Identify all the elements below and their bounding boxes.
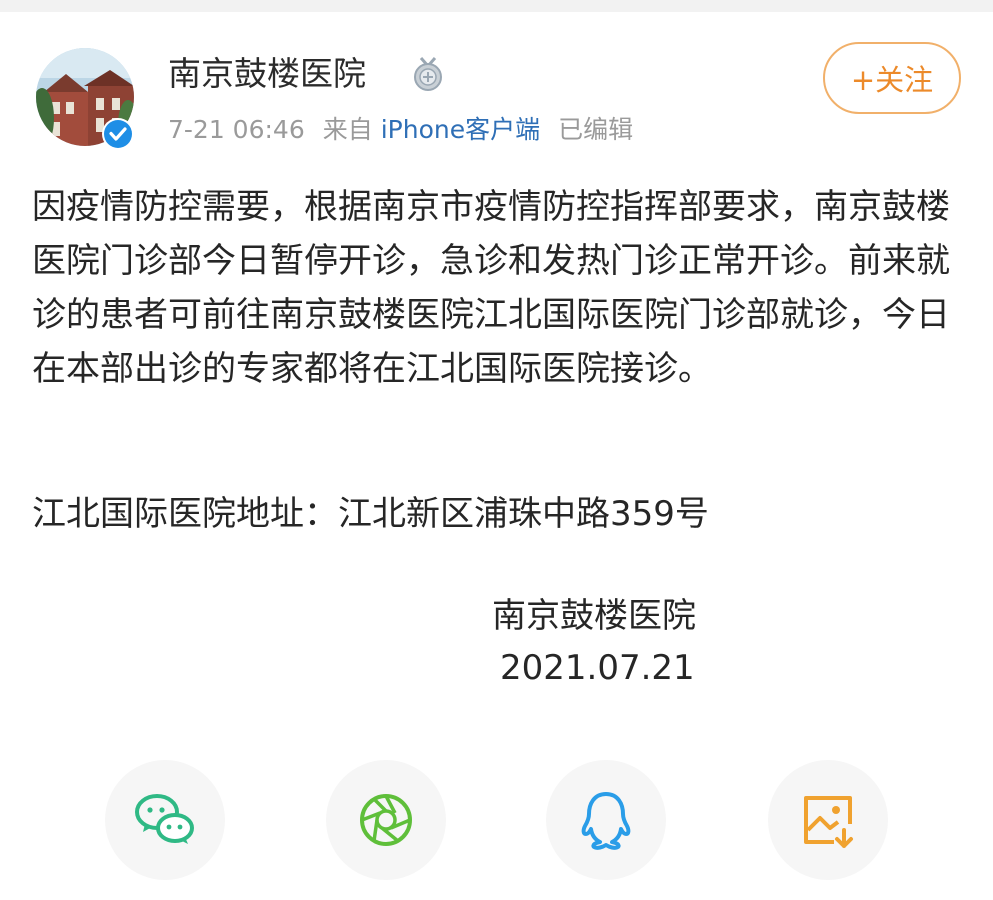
top-bar <box>0 0 993 12</box>
source-link[interactable]: iPhone客户端 <box>381 115 540 144</box>
share-moments-button[interactable] <box>326 760 446 880</box>
author-name[interactable]: 南京鼓楼医院 <box>168 52 366 96</box>
post-content: 因疫情防控需要，根据南京市疫情防控指挥部要求，南京鼓楼医院门诊部今日暂停开诊，急… <box>32 180 967 396</box>
signature-name: 南京鼓楼医院 <box>492 596 696 636</box>
verified-badge-icon <box>102 118 134 150</box>
save-image-button[interactable] <box>768 760 888 880</box>
signature-date: 2021.07.21 <box>500 648 695 688</box>
share-wechat-button[interactable] <box>105 760 225 880</box>
save-image-icon <box>804 796 853 848</box>
wechat-icon <box>135 794 194 844</box>
post-address: 江北国际医院地址：江北新区浦珠中路359号 <box>32 494 709 534</box>
medal-icon[interactable] <box>410 56 446 92</box>
qq-icon <box>581 792 631 850</box>
post-meta: 7-21 06:46 来自 iPhone客户端 已编辑 <box>168 112 633 148</box>
edited-label[interactable]: 已编辑 <box>558 115 633 144</box>
share-qq-button[interactable] <box>546 760 666 880</box>
moments-icon <box>360 794 412 846</box>
post-paragraph: 因疫情防控需要，根据南京市疫情防控指挥部要求，南京鼓楼医院门诊部今日暂停开诊，急… <box>32 187 950 389</box>
follow-button[interactable]: +关注 <box>823 42 961 114</box>
source-prefix: 来自 <box>322 115 373 144</box>
post-time: 7-21 06:46 <box>168 115 305 144</box>
